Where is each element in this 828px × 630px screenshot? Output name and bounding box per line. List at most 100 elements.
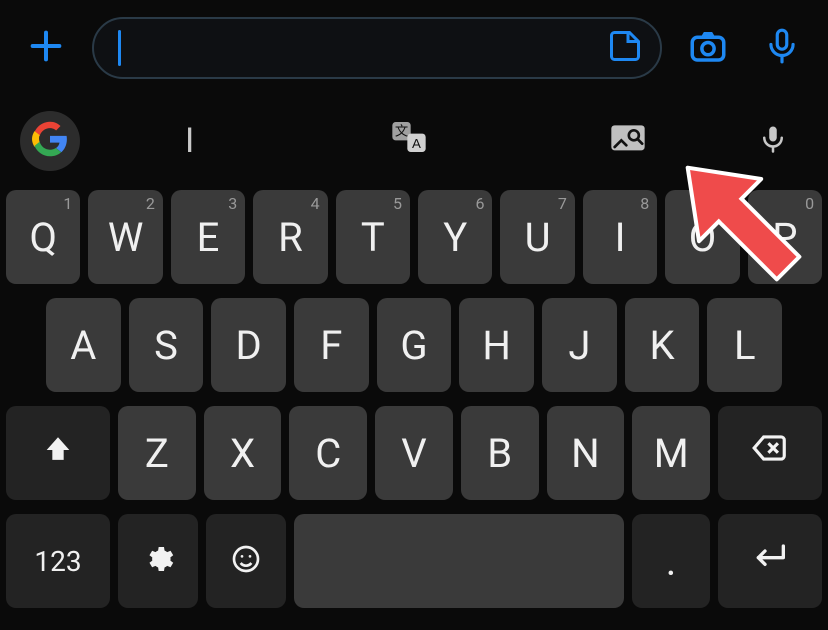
add-button[interactable] bbox=[18, 26, 74, 70]
key-c[interactable]: C bbox=[289, 406, 367, 500]
key-hint: 1 bbox=[63, 194, 72, 213]
key-q[interactable]: Q1 bbox=[6, 190, 80, 284]
smiley-icon bbox=[230, 538, 262, 585]
gear-icon bbox=[142, 538, 174, 585]
key-v[interactable]: V bbox=[375, 406, 453, 500]
key-hint: 3 bbox=[228, 194, 237, 213]
plus-icon bbox=[26, 26, 66, 70]
key-n[interactable]: N bbox=[547, 406, 625, 500]
key-r[interactable]: R4 bbox=[253, 190, 327, 284]
camera-button[interactable] bbox=[680, 25, 736, 71]
keyboard: Q1W2E3R4T5Y6U7I8O9P0 ASDFGHJKL ZXCVBNM 1… bbox=[0, 186, 828, 616]
camera-icon bbox=[687, 25, 729, 71]
key-k[interactable]: K bbox=[625, 298, 700, 392]
key-hint: 2 bbox=[146, 194, 155, 213]
key-o[interactable]: O9 bbox=[665, 190, 739, 284]
backspace-icon bbox=[751, 429, 789, 477]
key-label: D bbox=[236, 322, 262, 369]
key-y[interactable]: Y6 bbox=[418, 190, 492, 284]
key-d[interactable]: D bbox=[211, 298, 286, 392]
microphone-icon bbox=[758, 124, 788, 158]
key-hint: 4 bbox=[311, 194, 320, 213]
message-input[interactable] bbox=[92, 17, 662, 79]
key-hint: 5 bbox=[393, 194, 402, 213]
suggestion-1-text: I bbox=[185, 121, 194, 161]
enter-icon bbox=[750, 536, 790, 586]
keyboard-suggestion-strip: I 文A bbox=[0, 96, 828, 186]
key-x[interactable]: X bbox=[204, 406, 282, 500]
key-label: C bbox=[315, 430, 341, 477]
key-hint: 8 bbox=[640, 194, 649, 213]
key-label: U bbox=[525, 214, 551, 261]
google-search-button[interactable] bbox=[20, 111, 80, 171]
key-f[interactable]: F bbox=[294, 298, 369, 392]
keyboard-row-2: AS D F G H J K L bbox=[4, 298, 824, 392]
key-label: R bbox=[278, 214, 303, 261]
key-label: K bbox=[649, 322, 674, 369]
period-key[interactable]: . bbox=[632, 514, 710, 608]
key-label: M bbox=[654, 430, 689, 477]
sticker-icon bbox=[607, 28, 643, 68]
key-g[interactable]: G bbox=[377, 298, 452, 392]
key-label: I bbox=[615, 214, 626, 261]
key-a[interactable]: A bbox=[46, 298, 121, 392]
key-j[interactable]: J bbox=[542, 298, 617, 392]
key-l[interactable]: L bbox=[707, 298, 782, 392]
shift-icon bbox=[41, 430, 75, 477]
settings-key[interactable] bbox=[118, 514, 198, 608]
sticker-button[interactable] bbox=[602, 25, 648, 71]
translate-button[interactable]: 文A bbox=[299, 96, 518, 186]
key-z[interactable]: Z bbox=[118, 406, 196, 500]
key-hint: 0 bbox=[805, 194, 814, 213]
shift-key[interactable] bbox=[6, 406, 110, 500]
key-label: F bbox=[320, 322, 342, 369]
key-h[interactable]: H bbox=[459, 298, 534, 392]
symbols-key-label: 123 bbox=[34, 545, 81, 578]
key-t[interactable]: T5 bbox=[336, 190, 410, 284]
google-logo-icon bbox=[32, 121, 68, 161]
key-hint: 7 bbox=[558, 194, 567, 213]
key-label: H bbox=[482, 322, 511, 369]
key-label: N bbox=[571, 430, 600, 477]
key-label: L bbox=[734, 322, 756, 369]
key-label: T bbox=[361, 214, 385, 261]
suggestion-1[interactable]: I bbox=[80, 96, 299, 186]
key-label: G bbox=[400, 322, 427, 369]
enter-key[interactable] bbox=[718, 514, 822, 608]
keyboard-row-3: ZX C V B N M bbox=[4, 406, 824, 500]
image-search-icon bbox=[608, 117, 648, 166]
key-u[interactable]: U7 bbox=[500, 190, 574, 284]
emoji-key[interactable] bbox=[206, 514, 286, 608]
key-label: O bbox=[689, 214, 717, 261]
text-cursor bbox=[118, 30, 121, 66]
keyboard-row-4: 123 . bbox=[4, 514, 824, 608]
translate-icon: 文A bbox=[389, 117, 429, 166]
microphone-icon bbox=[763, 27, 801, 69]
key-p[interactable]: P0 bbox=[748, 190, 822, 284]
symbols-key[interactable]: 123 bbox=[6, 514, 110, 608]
backspace-key[interactable] bbox=[718, 406, 822, 500]
svg-text:A: A bbox=[412, 135, 421, 150]
key-e[interactable]: E3 bbox=[171, 190, 245, 284]
image-search-button[interactable] bbox=[519, 96, 738, 186]
space-key[interactable] bbox=[294, 514, 624, 608]
key-w[interactable]: W2 bbox=[88, 190, 162, 284]
keyboard-voice-input-button[interactable] bbox=[738, 124, 808, 158]
key-label: J bbox=[568, 322, 590, 369]
key-label: Y bbox=[443, 214, 467, 261]
key-hint: 9 bbox=[723, 194, 732, 213]
key-label: V bbox=[401, 430, 426, 477]
period-key-label: . bbox=[666, 538, 677, 585]
key-m[interactable]: M bbox=[632, 406, 710, 500]
key-label: S bbox=[154, 322, 178, 369]
key-label: B bbox=[487, 430, 512, 477]
key-label: X bbox=[230, 430, 255, 477]
voice-message-button[interactable] bbox=[754, 27, 810, 69]
key-i[interactable]: I8 bbox=[583, 190, 657, 284]
key-label: E bbox=[197, 214, 220, 261]
key-b[interactable]: B bbox=[461, 406, 539, 500]
key-label: P bbox=[772, 214, 797, 261]
key-s[interactable]: S bbox=[129, 298, 204, 392]
svg-text:文: 文 bbox=[395, 123, 408, 138]
chat-input-bar bbox=[0, 0, 828, 96]
